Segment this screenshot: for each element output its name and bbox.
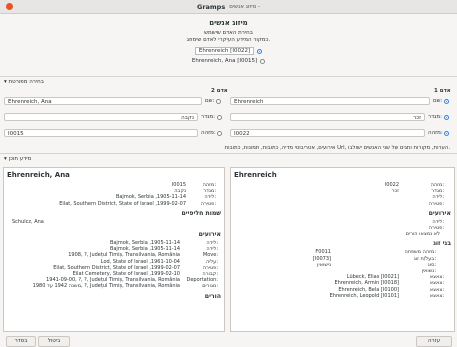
radio-selected-icon[interactable] [257, 48, 263, 54]
choice-2-label: Ehrenreich, Ana [I0015] [191, 58, 258, 64]
advanced-expander[interactable]: ▾ בחירה מפורטת [4, 79, 44, 85]
person2-field: Eilat, Southern District, State of Israe… [4, 201, 224, 207]
primary-choice-1[interactable]: Ehrenreich [I0022] [0, 47, 457, 55]
person1-context-panel: Ehrenreich I0022 מזהה: זכר מגדר: לידה: פטירה:… [230, 167, 455, 332]
merge-note: אירועים, אטריבוטי מדיה, כתובות, תמונות, … [224, 145, 450, 151]
person1-name-label: שם: [433, 98, 443, 104]
person2-id-option[interactable]: מזהה: [201, 130, 223, 136]
person2-field-label: פטירה: [200, 200, 216, 207]
person2-field-value: Eilat, Southern District, State of Israe… [59, 200, 186, 207]
radio-icon[interactable] [216, 98, 222, 104]
person1-gender-field[interactable]: זכר [230, 113, 425, 121]
merge-header: מיזוג אנשים בחירת האדם שישמש כמקור המידע… [0, 19, 457, 64]
choice-1-label: Ehrenreich [I0022] [194, 47, 255, 55]
person2-id-label: מזהה: [201, 130, 216, 136]
instruction-line-1: בחירת האדם שישמש [204, 30, 253, 36]
person1-field-value [231, 201, 399, 207]
person2-context-panel: Ehrenreich, Ana I0015 מזהה: נקבה מגדר: Bajmo… [3, 167, 225, 332]
ok-button[interactable]: בסדר [6, 336, 36, 347]
context-label: מידע תוכן [8, 156, 32, 162]
window-subtitle: מיזוג אנשים - [229, 3, 260, 10]
window-title: Gramps [196, 2, 226, 11]
no-parents-note: לא נמצאו הורים [405, 231, 440, 238]
person1-gender-option[interactable]: מגדר: [428, 114, 449, 120]
person1-full-name: Ehrenreich [234, 171, 277, 179]
context-expander[interactable]: ▾ מידע תוכן [4, 156, 31, 162]
person1-name-field[interactable]: Ehrenreich [230, 97, 430, 105]
person1-name-option[interactable]: שם: [433, 98, 450, 104]
instruction-line-2: כמקור המידע העיקרי לאדם שימוזג. [186, 37, 271, 43]
spouses-heading: בני זוג [433, 240, 451, 248]
parents-heading: הורים [204, 292, 221, 300]
events-heading: אירועים [428, 209, 451, 217]
person2-gender-label: מגדר: [201, 114, 215, 120]
alt-name: Schulcz, Ana [12, 218, 44, 225]
cancel-button[interactable]: ביטול [38, 336, 70, 347]
person2-full-name: Ehrenreich, Ana [7, 171, 70, 179]
person2-event-value: משנה 1942 עד 1980, ?, Județul Timiș, Tra… [32, 283, 180, 290]
close-icon[interactable] [6, 3, 13, 10]
alt-names-heading: שמות חליפיים [181, 209, 221, 217]
advanced-label: בחירה מפורטת [8, 79, 44, 85]
person1-id-field[interactable]: I0022 [230, 129, 425, 137]
person1-gender-label: מגדר: [428, 114, 442, 120]
triangle-down-icon: ▾ [4, 79, 7, 85]
child-row-label: צאצא: [429, 292, 444, 299]
person2-name-field[interactable]: Ehrenreich, Ana [4, 97, 202, 105]
person2-name-label: שם: [205, 98, 215, 104]
radio-selected-icon[interactable] [444, 130, 450, 136]
person1-heading: אדם 1 [434, 88, 451, 94]
separator [0, 76, 457, 77]
radio-icon[interactable] [260, 58, 266, 64]
primary-choice-2[interactable]: Ehrenreich, Ana [I0015] [0, 58, 457, 64]
person2-heading: אדם 2 [211, 88, 228, 94]
person1-id-label: מזהה: [428, 130, 443, 136]
person2-name-option[interactable]: שם: [205, 98, 222, 104]
title-bar: Gramps מיזוג אנשים - [0, 0, 457, 14]
person2-event: משנה 1942 עד 1980, ?, Județul Timiș, Tra… [4, 283, 224, 289]
dialog-title: מיזוג אנשים [209, 19, 248, 27]
separator [0, 153, 457, 154]
radio-icon[interactable] [216, 114, 222, 120]
person1-id-option[interactable]: מזהה: [428, 130, 450, 136]
radio-selected-icon[interactable] [444, 98, 450, 104]
triangle-down-icon: ▾ [4, 156, 7, 162]
child-row-value: Ehrenreich, Leopold [I0101] [329, 292, 399, 299]
person2-event-label: מגורים: [202, 283, 218, 290]
person1-event-value [231, 225, 399, 231]
person2-gender-option[interactable]: מגדר: [201, 114, 222, 120]
person2-gender-field[interactable]: נקבה [4, 113, 198, 121]
radio-selected-icon[interactable] [443, 114, 449, 120]
merge-people-window: Gramps מיזוג אנשים - מיזוג אנשים בחירת ה… [0, 0, 457, 347]
child-row: Ehrenreich, Leopold [I0101] צאצא: [231, 293, 454, 299]
person1-field: פטירה: [231, 201, 454, 207]
radio-icon[interactable] [217, 130, 223, 136]
help-button[interactable]: עזרה [416, 336, 452, 347]
person2-id-field[interactable]: I0015 [4, 129, 198, 137]
person1-field-label: פטירה: [428, 200, 444, 207]
events-heading: אירועים [198, 231, 221, 239]
